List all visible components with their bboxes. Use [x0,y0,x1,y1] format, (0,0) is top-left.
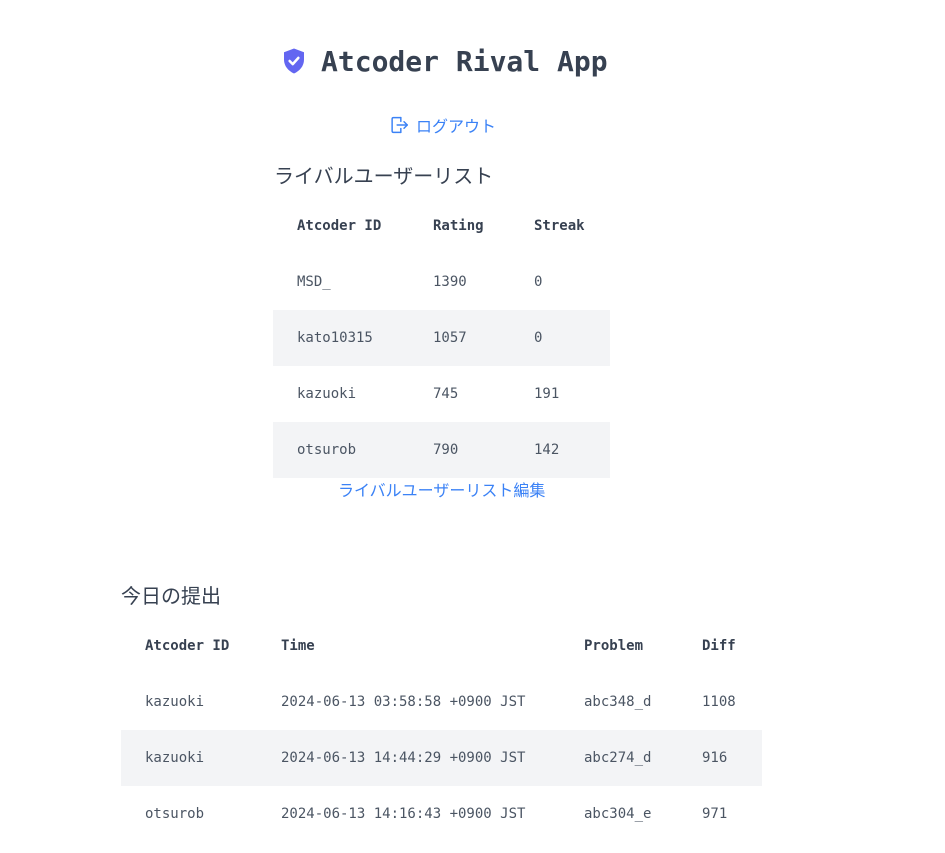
column-header-rating: Rating [433,218,484,234]
table-header-row: Atcoder ID Time Problem Diff [121,618,762,674]
submission-user-cell: otsurob [145,806,205,822]
submission-time-cell: 2024-06-13 03:58:58 +0900 JST [281,694,526,710]
rival-id-cell: MSD_ [297,274,331,290]
submission-diff-cell: 916 [678,730,762,786]
rivals-table: Atcoder ID Rating Streak MSD_ 1390 0 kat… [273,198,610,478]
table-row: kazuoki 745 191 [273,366,610,422]
column-header-atcoder-id: Atcoder ID [145,638,230,654]
table-row: kazuoki 2024-06-13 03:58:58 +0900 JST ab… [121,674,762,730]
rival-id-cell: kazuoki [297,386,357,402]
rival-rating-cell: 1390 [433,274,467,290]
submission-diff-cell: 971 [702,806,728,822]
table-row: MSD_ 1390 0 [273,254,610,310]
app-header: Atcoder Rival App [279,40,608,82]
table-row: kazuoki 2024-06-13 14:44:29 +0900 JST ab… [121,730,762,786]
edit-rivals-link[interactable]: ライバルユーザーリスト編集 [338,477,545,501]
table-row: kato10315 1057 0 [273,310,610,366]
submission-user-cell: kazuoki [121,730,257,786]
rival-rating-cell: 790 [409,422,510,478]
rival-id-cell: otsurob [273,422,409,478]
submission-diff-cell: 1108 [702,694,736,710]
rival-streak-cell: 142 [510,422,610,478]
rival-streak-cell: 191 [534,386,560,402]
submission-user-cell: kazuoki [145,694,205,710]
table-header-row: Atcoder ID Rating Streak [273,198,610,254]
shield-check-icon [284,48,304,74]
table-row: otsurob 790 142 [273,422,610,478]
rivals-section-title: ライバルユーザーリスト [274,164,494,188]
submissions-table: Atcoder ID Time Problem Diff kazuoki 202… [121,618,762,842]
submission-problem-cell: abc304_e [584,806,652,822]
submission-problem-cell: abc274_d [560,730,678,786]
today-submissions-title: 今日の提出 [121,584,221,608]
column-header-streak: Streak [534,218,585,234]
column-header-diff: Diff [702,638,736,654]
rival-rating-cell: 1057 [409,310,510,366]
submission-time-cell: 2024-06-13 14:44:29 +0900 JST [257,730,560,786]
rival-streak-cell: 0 [510,310,610,366]
rival-streak-cell: 0 [534,274,543,290]
logout-icon [391,116,408,134]
column-header-atcoder-id: Atcoder ID [297,218,382,234]
rival-rating-cell: 745 [433,386,459,402]
rival-id-cell: kato10315 [273,310,409,366]
logout-button[interactable]: ログアウト [388,113,496,137]
column-header-problem: Problem [584,638,644,654]
logout-label: ログアウト [416,117,497,136]
table-row: otsurob 2024-06-13 14:16:43 +0900 JST ab… [121,786,762,842]
column-header-time: Time [281,638,315,654]
submission-problem-cell: abc348_d [584,694,652,710]
page-title: Atcoder Rival App [321,44,608,78]
submission-time-cell: 2024-06-13 14:16:43 +0900 JST [281,806,526,822]
